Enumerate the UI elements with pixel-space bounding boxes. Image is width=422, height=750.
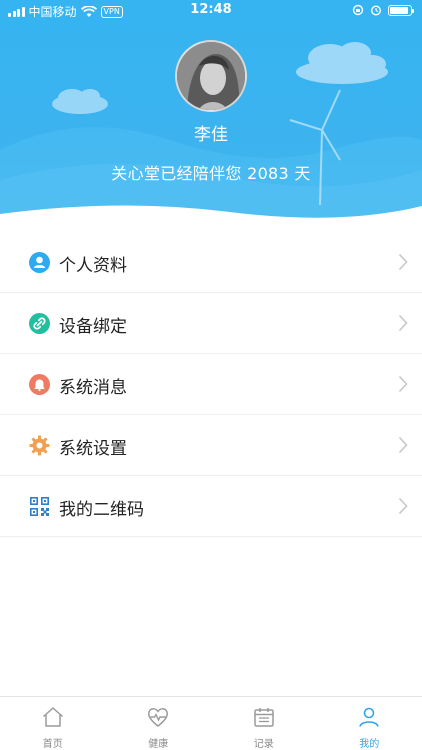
chevron-right-icon (398, 375, 408, 393)
chevron-right-icon (398, 253, 408, 271)
tab-label: 我的 (359, 739, 380, 750)
calendar-icon (254, 708, 274, 727)
companion-days-text: 关心堂已经陪伴您 2083 天 (111, 164, 311, 183)
profile-screen: 中国移动 VPN 12:48 李佳 关心堂已经陪伴您 2083 天 个人资料 设… (0, 0, 422, 750)
heart-pulse-icon (148, 708, 169, 727)
menu-item-system-settings[interactable]: 系统设置 (0, 415, 422, 476)
header-background (0, 42, 422, 232)
menu-item-label: 个人资料 (59, 256, 127, 276)
rotation-lock-icon (352, 4, 364, 16)
bottom-tab-bar: 首页 健康 记录 我的 (0, 696, 422, 750)
gear-icon (29, 435, 50, 456)
alarm-icon (370, 5, 382, 16)
menu-item-device-binding[interactable]: 设备绑定 (0, 293, 422, 354)
user-name: 李佳 (194, 125, 228, 145)
profile-menu: 个人资料 设备绑定 系统消息 系统设置 我的二维码 (0, 232, 422, 537)
menu-item-personal-info[interactable]: 个人资料 (0, 232, 422, 293)
avatar[interactable] (175, 40, 247, 112)
menu-item-label: 系统消息 (59, 378, 127, 398)
chevron-right-icon (398, 314, 408, 332)
cloud-right (296, 42, 388, 84)
bell-icon (29, 374, 50, 395)
menu-item-label: 系统设置 (59, 439, 127, 459)
tab-health[interactable]: 健康 (106, 697, 212, 750)
tab-home[interactable]: 首页 (0, 697, 106, 750)
status-bar: 中国移动 VPN 12:48 (0, 0, 422, 22)
user-icon (359, 707, 380, 727)
tab-records[interactable]: 记录 (211, 697, 317, 750)
person-icon (29, 252, 50, 273)
tab-mine[interactable]: 我的 (317, 697, 422, 750)
tab-label: 记录 (253, 739, 274, 750)
qr-code-icon (30, 497, 49, 516)
profile-header: 中国移动 VPN 12:48 李佳 关心堂已经陪伴您 2083 天 (0, 0, 422, 232)
chevron-right-icon (398, 497, 408, 515)
chevron-right-icon (398, 436, 408, 454)
link-icon (29, 313, 50, 334)
home-icon (42, 707, 63, 727)
menu-item-label: 设备绑定 (59, 317, 127, 337)
menu-item-system-messages[interactable]: 系统消息 (0, 354, 422, 415)
tab-label: 首页 (42, 739, 63, 750)
menu-item-label: 我的二维码 (59, 500, 144, 520)
cloud-left (52, 89, 108, 114)
battery-icon (388, 4, 414, 16)
menu-item-my-qr-code[interactable]: 我的二维码 (0, 476, 422, 537)
tab-label: 健康 (148, 739, 169, 750)
